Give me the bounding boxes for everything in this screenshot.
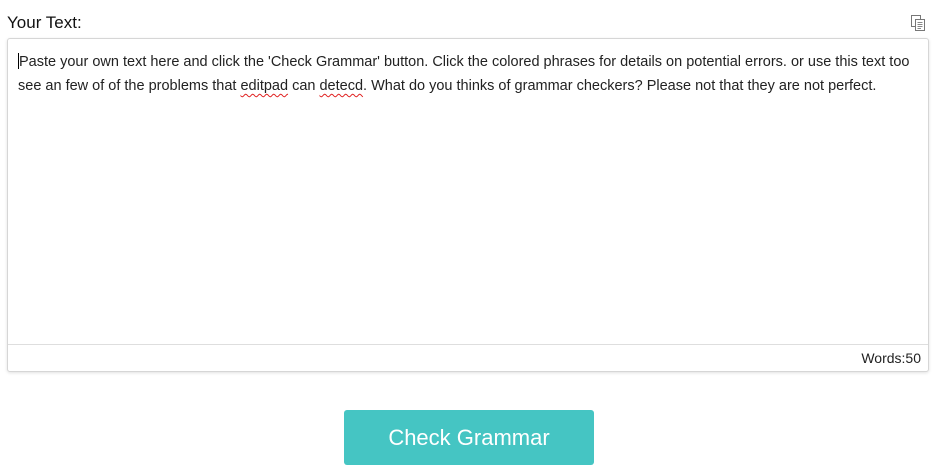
editor-footer: Words:50	[8, 344, 928, 371]
text-segment: . What do you thinks of grammar checkers…	[363, 78, 877, 94]
word-count: Words:50	[861, 350, 921, 366]
text-segment: can	[288, 78, 320, 94]
copy-icon[interactable]	[909, 14, 927, 32]
spelling-error-detecd[interactable]: detecd	[319, 78, 363, 94]
editor-header: Your Text:	[7, 12, 929, 34]
text-input-area[interactable]: Paste your own text here and click the '…	[8, 39, 928, 345]
editor-title: Your Text:	[7, 13, 82, 32]
check-grammar-button[interactable]: Check Grammar	[344, 410, 594, 465]
spelling-error-editpad[interactable]: editpad	[240, 78, 288, 94]
copy-icon-glyph	[911, 15, 925, 31]
text-editor: Paste your own text here and click the '…	[7, 38, 929, 372]
